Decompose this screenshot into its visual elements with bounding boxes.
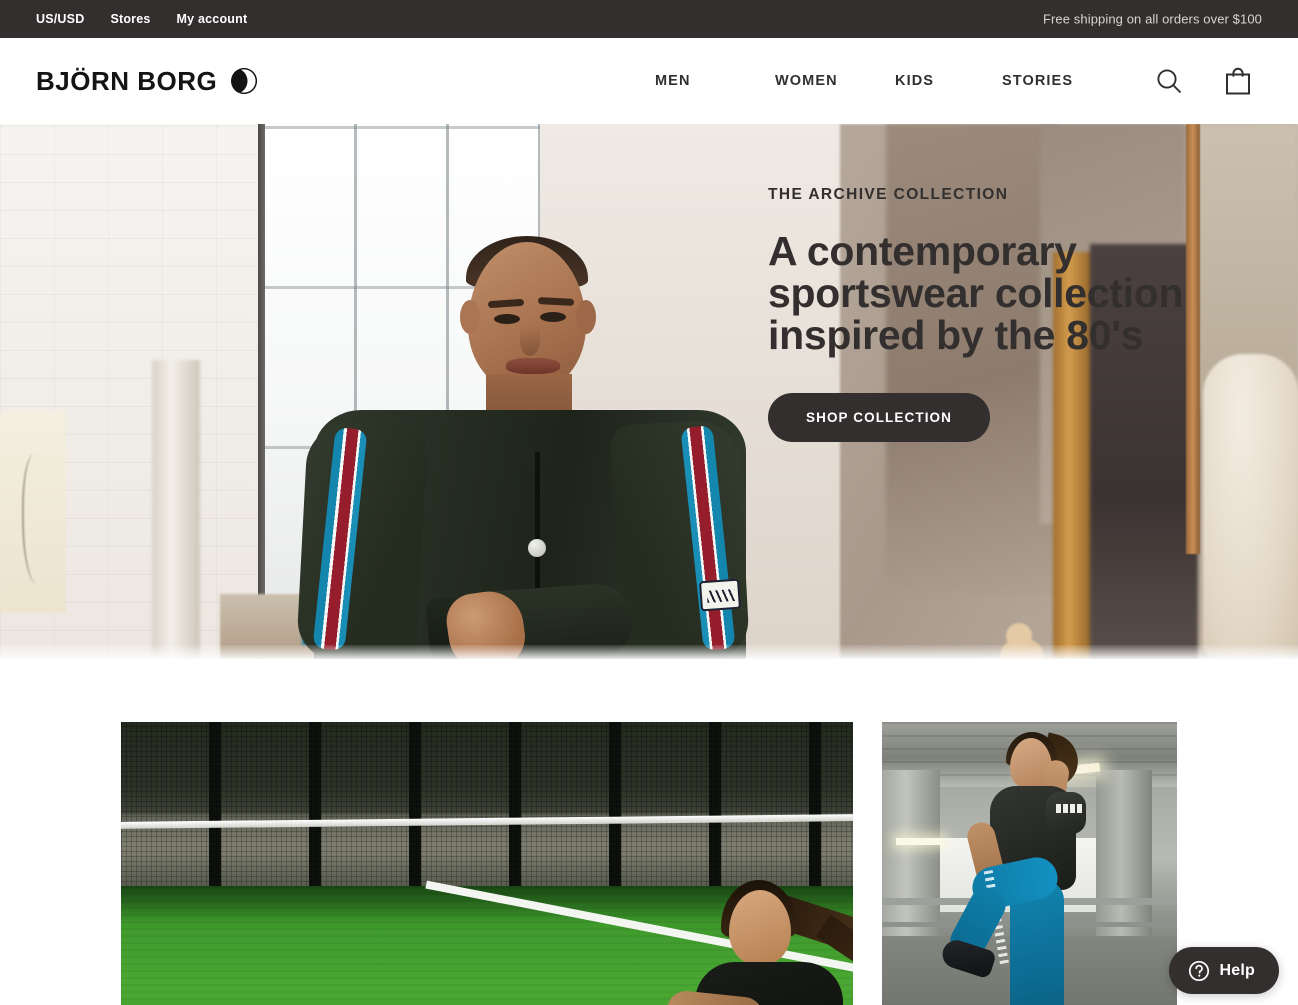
help-widget[interactable]: Help	[1168, 947, 1279, 994]
borg-circle-icon	[230, 67, 258, 95]
nav-item-stories[interactable]: STORIES	[1002, 73, 1122, 89]
shop-collection-button[interactable]: SHOP COLLECTION	[768, 392, 991, 442]
card-padel[interactable]	[121, 722, 853, 1005]
logo-wordmark: BJÖRN BORG	[36, 65, 218, 96]
card-gym[interactable]	[882, 722, 1177, 1005]
site-header: BJÖRN BORG MEN WOMEN KIDS STORIES	[0, 38, 1298, 124]
main-navigation: MEN WOMEN KIDS STORIES	[655, 73, 1122, 89]
shipping-promo-text: Free shipping on all orders over $100	[1042, 11, 1262, 27]
nav-item-women[interactable]: WOMEN	[775, 73, 895, 89]
help-label: Help	[1219, 961, 1255, 979]
hero-copy: THE ARCHIVE COLLECTION A contemporary sp…	[768, 186, 1288, 442]
my-account-link[interactable]: My account	[177, 12, 248, 26]
gym-model-figure	[938, 730, 1138, 1005]
category-cards	[0, 659, 1298, 1005]
hero-banner: THE ARCHIVE COLLECTION A contemporary sp…	[0, 124, 1298, 659]
hero-model-figure	[295, 236, 760, 659]
header-actions	[1154, 66, 1252, 96]
search-icon[interactable]	[1154, 66, 1184, 96]
shopping-bag-icon[interactable]	[1224, 66, 1252, 96]
hero-kicker: THE ARCHIVE COLLECTION	[768, 186, 1009, 203]
stores-link[interactable]: Stores	[110, 12, 150, 26]
logo-home-link[interactable]: BJÖRN BORG	[36, 66, 258, 97]
utility-bar: US/USD Stores My account Free shipping o…	[0, 0, 1298, 38]
padel-model-figure	[621, 870, 853, 1005]
question-circle-icon	[1188, 960, 1210, 982]
locale-selector[interactable]: US/USD	[36, 12, 84, 26]
utility-links: US/USD Stores My account	[0, 12, 247, 26]
nav-item-men[interactable]: MEN	[655, 73, 775, 89]
hero-title: A contemporary sportswear collection ins…	[768, 228, 1184, 359]
nav-item-kids[interactable]: KIDS	[895, 73, 1002, 89]
